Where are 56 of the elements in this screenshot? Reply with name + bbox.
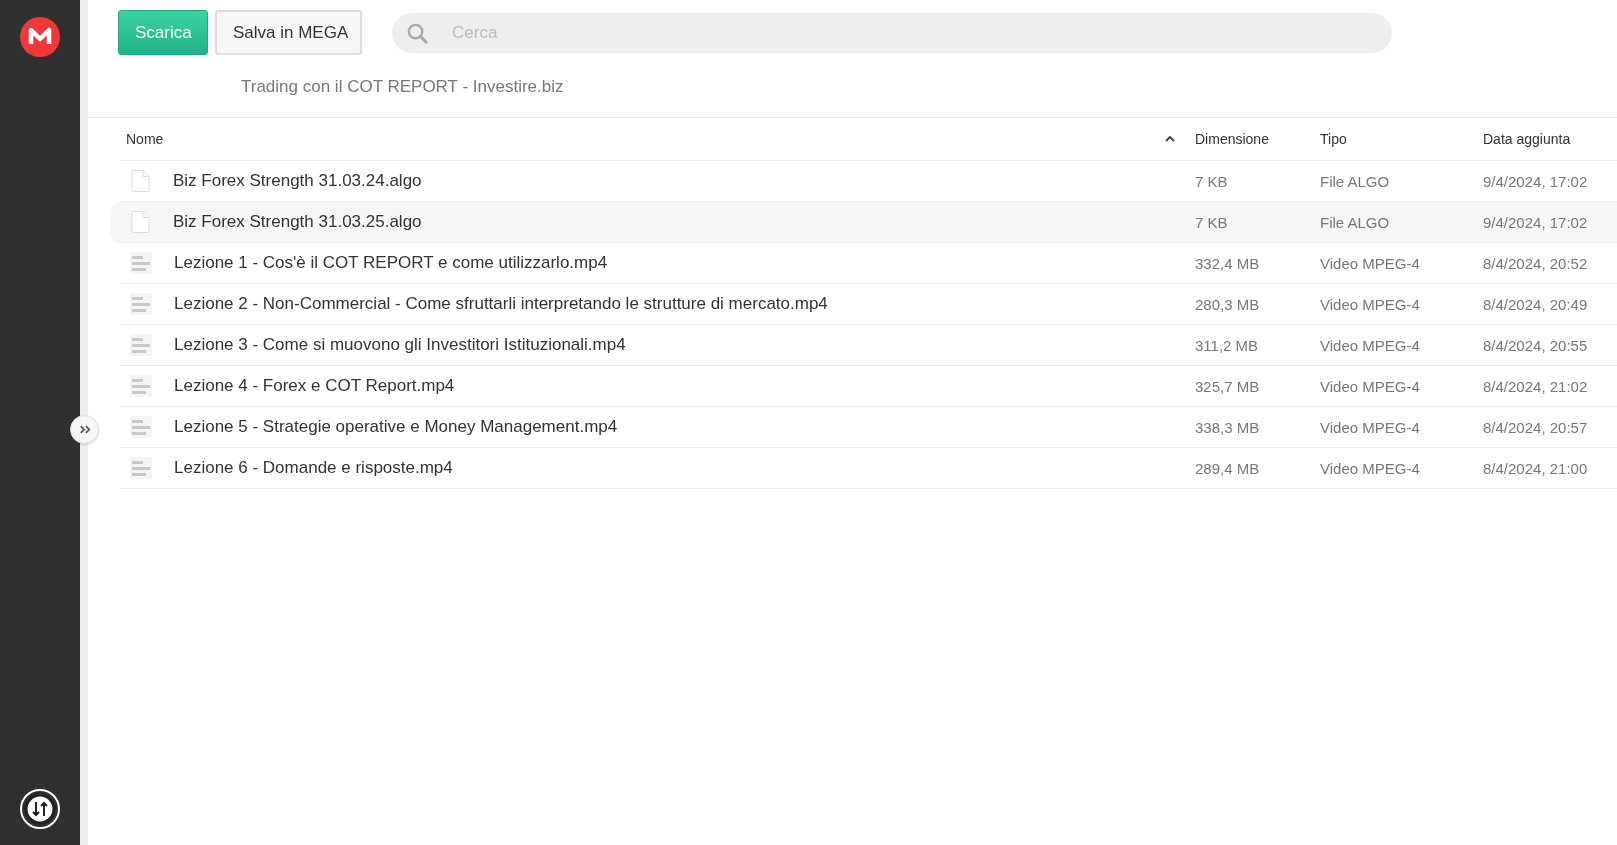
file-name: Lezione 4 - Forex e COT Report.mp4 <box>174 376 455 396</box>
document-icon <box>130 169 151 193</box>
date-added: 8/4/2024, 20:55 <box>1483 336 1589 354</box>
type-header[interactable]: Tipo <box>1320 131 1347 147</box>
video-thumbnail <box>130 293 152 315</box>
video-thumbnail <box>130 457 152 479</box>
video-thumbnail <box>130 334 152 356</box>
size-header[interactable]: Dimensione <box>1195 131 1269 147</box>
file-size: 311,2 MB <box>1195 336 1260 354</box>
file-row[interactable]: Lezione 3 - Come si muovono gli Investitori Istituzionali.mp4 311,2 MB Video MPEG-4 8/4/2024, 20:55 <box>120 325 1617 366</box>
file-size: 7 KB <box>1195 172 1229 190</box>
save-button[interactable]: Salva in MEGA <box>215 10 362 55</box>
file-type: Video MPEG-4 <box>1320 418 1421 436</box>
file-name: Lezione 3 - Come si muovono gli Investitori Istituzionali.mp4 <box>174 335 626 355</box>
name-header[interactable]: Nome <box>126 131 164 147</box>
file-size: 289,4 MB <box>1195 459 1261 477</box>
date-added: 8/4/2024, 20:52 <box>1483 254 1589 272</box>
date-added: 8/4/2024, 20:49 <box>1483 295 1589 313</box>
file-type: Video MPEG-4 <box>1320 295 1421 313</box>
file-row[interactable]: Lezione 4 - Forex e COT Report.mp4 325,7 MB Video MPEG-4 8/4/2024, 21:02 <box>120 366 1617 407</box>
file-size: 325,7 MB <box>1195 377 1261 395</box>
date-added: 8/4/2024, 21:00 <box>1483 459 1589 477</box>
file-type: Video MPEG-4 <box>1320 336 1421 354</box>
folder-title: Trading con il COT REPORT - Investire.biz <box>241 77 565 98</box>
file-name: Lezione 1 - Cos'è il COT REPORT e come utilizzarlo.mp4 <box>174 253 608 273</box>
chevrons-icon <box>78 425 91 434</box>
video-thumbnail <box>130 416 152 438</box>
file-name: Lezione 5 - Strategie operative e Money Management.mp4 <box>174 417 618 437</box>
file-type: Video MPEG-4 <box>1320 254 1421 272</box>
file-name: Lezione 6 - Domande e risposte.mp4 <box>174 458 453 478</box>
file-type: File ALGO <box>1320 172 1391 190</box>
file-name: Biz Forex Strength 31.03.25.algo <box>173 212 422 232</box>
file-type: File ALGO <box>1320 213 1391 231</box>
file-name: Biz Forex Strength 31.03.24.algo <box>173 171 422 191</box>
date-header[interactable]: Data aggiunta <box>1483 131 1571 147</box>
document-icon <box>130 210 151 234</box>
file-row[interactable]: Lezione 5 - Strategie operative e Money Management.mp4 338,3 MB Video MPEG-4 8/4/2024, 20:57 <box>120 407 1617 448</box>
date-added: 9/4/2024, 17:02 <box>1483 172 1589 190</box>
date-added: 9/4/2024, 17:02 <box>1483 213 1589 231</box>
file-size: 338,3 MB <box>1195 418 1261 436</box>
file-size: 280,3 MB <box>1195 295 1261 313</box>
file-row[interactable]: Biz Forex Strength 31.03.25.algo 7 KB File ALGO 9/4/2024, 17:02 <box>110 202 1617 243</box>
transfer-icon[interactable] <box>20 789 60 829</box>
file-name: Lezione 2 - Non-Commercial - Come sfruttarli interpretando le strutture di mercato.mp4 <box>174 294 828 314</box>
file-row[interactable]: Lezione 6 - Domande e risposte.mp4 289,4 MB Video MPEG-4 8/4/2024, 21:00 <box>120 448 1617 489</box>
file-size: 7 KB <box>1195 213 1229 231</box>
file-row[interactable]: Lezione 1 - Cos'è il COT REPORT e come utilizzarlo.mp4 332,4 MB Video MPEG-4 8/4/2024, 20:52 <box>120 243 1617 284</box>
date-added: 8/4/2024, 20:57 <box>1483 418 1589 436</box>
video-thumbnail <box>130 252 152 274</box>
file-type: Video MPEG-4 <box>1320 459 1421 477</box>
file-type: Video MPEG-4 <box>1320 377 1421 395</box>
file-size: 332,4 MB <box>1195 254 1261 272</box>
video-thumbnail <box>130 375 152 397</box>
file-row[interactable]: Lezione 2 - Non-Commercial - Come sfruttarli interpretando le strutture di mercato.mp4 280,3 MB Video MPEG-4 8/4/2024, 20:49 <box>120 284 1617 325</box>
date-added: 8/4/2024, 21:02 <box>1483 377 1589 395</box>
logo-icon[interactable] <box>20 17 60 57</box>
